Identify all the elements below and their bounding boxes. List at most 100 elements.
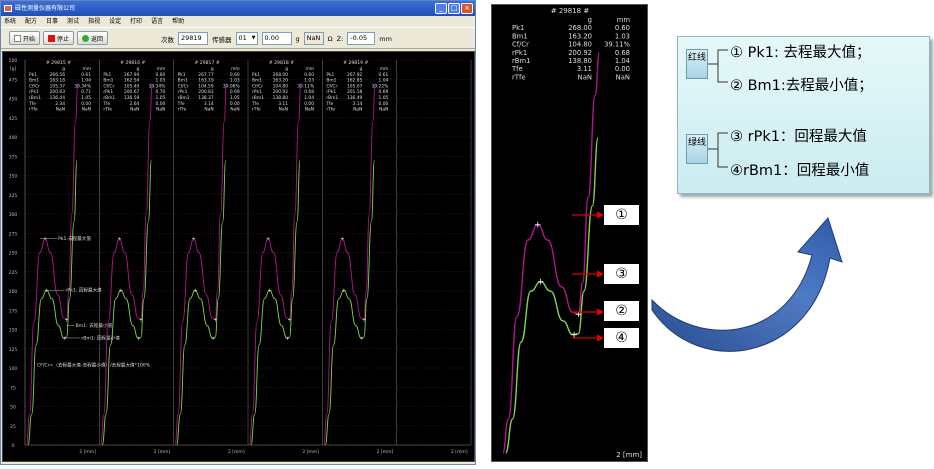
panel-row-g: g <box>285 67 288 72</box>
panel-row-g: 268.00 <box>273 72 289 78</box>
menu-item-test[interactable]: 测试 <box>67 16 79 27</box>
force-curve-chart: 5004754504254003753503253002752502252001… <box>9 58 472 455</box>
panel-row-mm: 1.04 <box>304 95 314 101</box>
menu-item-recipe[interactable]: 配方 <box>25 16 37 27</box>
rbm1-marker: + <box>285 336 289 342</box>
y-tick-label: 500 <box>9 58 18 64</box>
panel-row-label: rPk1 <box>252 89 262 95</box>
weight-unit: g <box>295 34 300 43</box>
green-line-tag: 绿线 <box>686 134 708 164</box>
panel-row-mm: 0.69 <box>379 89 389 95</box>
zoom-panel-id: # 29818 # <box>551 7 590 15</box>
panel-row-label: rPk1 <box>103 89 113 95</box>
zoom-row-g: 138.80 <box>568 57 592 65</box>
menu-item-system[interactable]: 系统 <box>4 16 16 27</box>
panel-row-label: rTfe <box>326 107 335 113</box>
panel-row-g: 3.14 <box>204 101 214 107</box>
y-tick-label: 375 <box>9 154 18 160</box>
pk1-marker: + <box>117 236 121 242</box>
zoom-rpk1-marker: + <box>537 278 545 288</box>
menu-item-log[interactable]: 日事 <box>46 16 58 27</box>
start-button[interactable]: 开始 <box>9 31 41 45</box>
panel-row-label: Cf/Cr <box>29 83 40 89</box>
panel-row-g: 200.92 <box>273 89 289 95</box>
panel-row-g: 267.94 <box>124 72 140 78</box>
curved-arrow-icon <box>651 217 843 352</box>
panel-row-label: rPk1 <box>326 89 336 95</box>
menu-item-help[interactable]: 帮助 <box>172 16 184 27</box>
panel-row-label: rBm1 <box>103 95 115 101</box>
return-button[interactable]: 返回 <box>77 31 109 45</box>
panel-row-mm: 39.34% <box>149 83 166 89</box>
close-icon[interactable]: × <box>461 3 473 14</box>
y-tick-label: 225 <box>9 270 18 276</box>
panel-row-label: Bm1 <box>178 78 188 84</box>
panel-row-g: NaN <box>130 107 139 113</box>
panel-row-mm: 0.61 <box>81 72 91 78</box>
panel-row-g: 266.56 <box>50 72 66 78</box>
zoom-row-label: Bm1 <box>512 32 528 40</box>
zoom-row-mm: 0.68 <box>615 49 630 57</box>
menu-item-settings[interactable]: 设定 <box>109 16 121 27</box>
menu-item-language[interactable]: 语言 <box>151 16 163 27</box>
panel-row-mm: NaN <box>156 107 165 113</box>
panel-row-mm: 0.68 <box>304 89 314 95</box>
panel-row-mm: 0.00 <box>230 101 240 107</box>
z-field[interactable]: -0.05 <box>347 32 376 45</box>
panel-row-g: 138.37 <box>198 95 214 101</box>
panel-row-g: 136.44 <box>50 95 66 101</box>
sensor-select[interactable]: 01 ▼ <box>235 32 258 45</box>
panel-row-label: Cf/Cr <box>103 83 114 89</box>
panel-row-mm: NaN <box>379 107 388 113</box>
minimize-icon[interactable]: _ <box>435 3 447 14</box>
y-tick-label: 175 <box>9 308 18 314</box>
y-tick-label: 450 <box>9 97 18 103</box>
panel-row-g: g <box>211 67 214 72</box>
rpk1-marker: + <box>44 288 48 294</box>
zoom-row-g: 268.00 <box>568 24 592 32</box>
zoom-pk1-marker: + <box>534 221 542 231</box>
toolbar: 开始 停止 返回 次数 29819 传感器 01 ▼ 0.00 g NaN Ω Z… <box>1 27 475 49</box>
y-tick-label: 350 <box>9 174 18 180</box>
stop-button[interactable]: 停止 <box>43 31 75 45</box>
maximize-icon[interactable]: □ <box>448 3 460 14</box>
panel-row-mm: 1.03 <box>230 78 240 84</box>
outgoing-curve <box>100 82 153 446</box>
start-button-label: 开始 <box>23 35 36 43</box>
panel-row-g: g <box>137 67 140 72</box>
weight-field[interactable]: 0.00 <box>261 32 292 45</box>
panel-row-mm: 1.05 <box>230 95 240 101</box>
count-field[interactable]: 29819 <box>178 32 208 45</box>
panel-row-mm: 0.61 <box>379 72 389 78</box>
panel-row-label: Tfe <box>325 101 333 107</box>
panel-row-g: 267.77 <box>198 72 214 78</box>
panel-row-mm: 0.71 <box>81 89 91 95</box>
return-curve <box>324 159 375 446</box>
panel-row-label: Pk1 <box>103 72 111 78</box>
bm1-marker: + <box>139 317 143 323</box>
zoom-row-mm: NaN <box>616 73 630 81</box>
panel-row-label: rTfe <box>178 107 187 113</box>
window-title: 磁性测量仪器有限公司 <box>15 5 76 12</box>
pk1-marker: + <box>192 236 196 242</box>
zoom-row-label: Tfe <box>511 65 523 73</box>
panel-row-g: 105.37 <box>50 83 66 89</box>
panel-row-g: 200.67 <box>124 89 140 95</box>
menu-item-print[interactable]: 打印 <box>130 16 142 27</box>
app-icon <box>4 5 12 12</box>
panel-row-mm: mm <box>82 67 91 72</box>
return-icon <box>82 34 90 42</box>
window-titlebar: 磁性测量仪器有限公司 _ □ × <box>1 1 475 16</box>
bm1-annotation: Bm1: 去程最小值 <box>76 322 113 329</box>
rpk1-marker: + <box>342 288 346 294</box>
y-tick-label: 250 <box>9 251 18 257</box>
zoom-panel: # 29818 # g mm Pk1 268.00 0.60 Bm1 163.20 1.03 Cf… <box>491 4 648 462</box>
panel-row-mm: 1.03 <box>156 78 166 84</box>
menu-item-view[interactable]: 指视 <box>88 16 100 27</box>
y-tick-label: 425 <box>9 116 18 122</box>
panel-row-g: NaN <box>279 107 288 113</box>
rpk1-marker: + <box>193 288 197 294</box>
legend-item-rbm1: ④rBm1：回程最小值 <box>730 163 870 179</box>
pk1-marker: + <box>43 236 47 242</box>
panel-id: # 29817 # <box>194 60 219 66</box>
